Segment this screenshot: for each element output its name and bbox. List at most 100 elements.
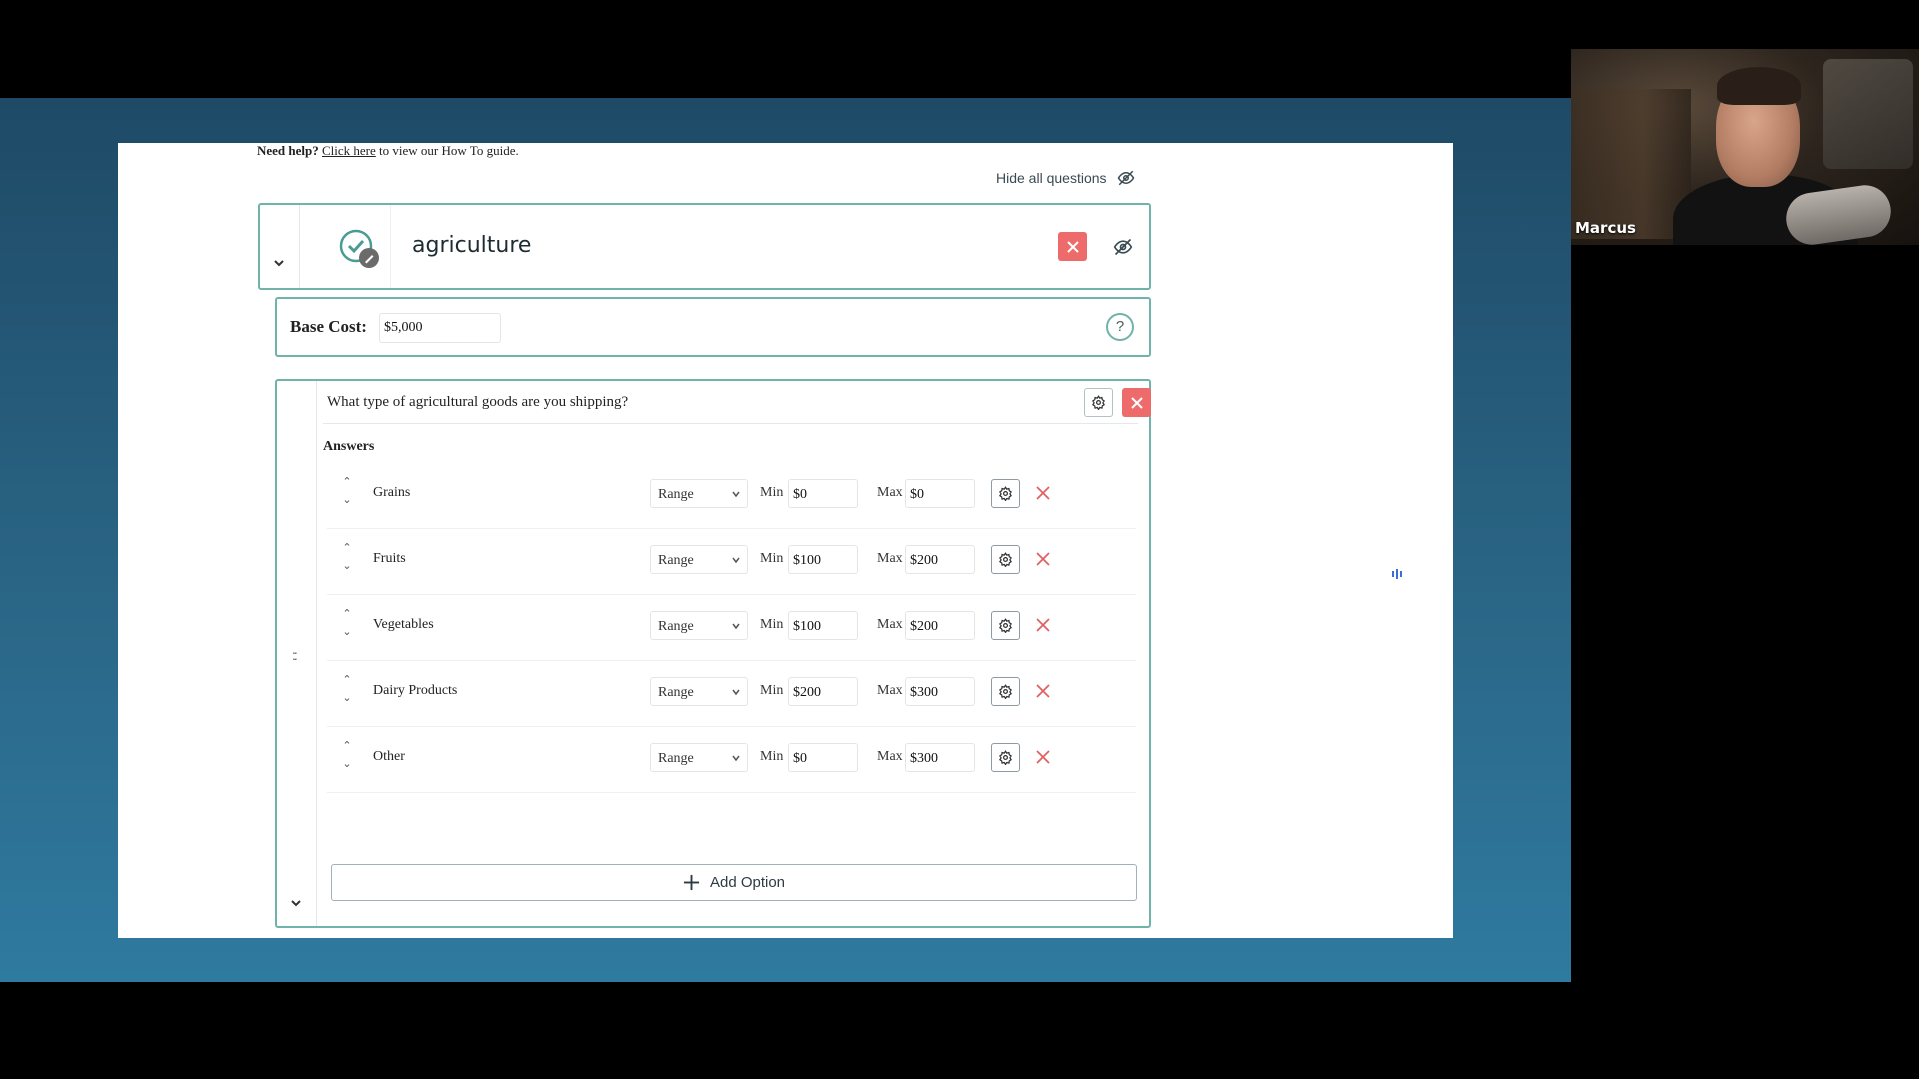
- answer-settings-button[interactable]: [991, 479, 1020, 508]
- max-input[interactable]: $200: [905, 611, 975, 640]
- min-label: Min: [760, 551, 784, 566]
- help-text: Need help? Click here to view our How To…: [257, 143, 519, 159]
- answer-type-select[interactable]: Range: [650, 479, 748, 508]
- reorder-arrows: ⌃ ⌄: [341, 541, 353, 577]
- check-circle-edit-icon[interactable]: [338, 228, 380, 270]
- min-input[interactable]: $100: [788, 611, 858, 640]
- answer-settings-button[interactable]: [991, 743, 1020, 772]
- move-up-icon[interactable]: ⌃: [341, 673, 353, 691]
- move-down-icon[interactable]: ⌄: [341, 493, 353, 511]
- move-down-icon[interactable]: ⌄: [341, 691, 353, 709]
- close-icon: [1130, 396, 1143, 409]
- min-input[interactable]: $100: [788, 545, 858, 574]
- question-card: :: What type of agricultural goods are y…: [275, 379, 1151, 928]
- eye-off-icon: [1117, 170, 1134, 186]
- answer-name[interactable]: Dairy Products: [373, 683, 457, 699]
- base-cost-input[interactable]: $5,000: [379, 313, 501, 343]
- min-label: Min: [760, 617, 784, 632]
- close-icon: [1066, 240, 1079, 253]
- answer-name[interactable]: Other: [373, 749, 405, 765]
- delete-question-button[interactable]: [1122, 388, 1151, 417]
- gear-icon: [999, 684, 1012, 699]
- participant-name: Marcus: [1575, 219, 1636, 237]
- eye-off-icon[interactable]: [1113, 237, 1133, 257]
- max-input[interactable]: $200: [905, 545, 975, 574]
- answer-row: ⌃ ⌄ Other Range Min $0 Max $300: [327, 725, 1136, 793]
- help-suffix: to view our How To guide.: [379, 143, 519, 158]
- move-down-icon[interactable]: ⌄: [341, 559, 353, 577]
- add-option-button[interactable]: Add Option: [331, 864, 1137, 901]
- answer-type-select[interactable]: Range: [650, 743, 748, 772]
- remove-answer-icon[interactable]: [1034, 484, 1052, 502]
- remove-answer-icon[interactable]: [1034, 550, 1052, 568]
- move-down-icon[interactable]: ⌄: [341, 625, 353, 643]
- move-down-icon[interactable]: ⌄: [341, 757, 353, 775]
- max-label: Max: [877, 551, 903, 566]
- screen: Need help? Click here to view our How To…: [0, 0, 1919, 1079]
- min-label: Min: [760, 683, 784, 698]
- max-input[interactable]: $300: [905, 677, 975, 706]
- help-question-icon[interactable]: ?: [1106, 313, 1134, 341]
- gear-icon: [999, 486, 1012, 501]
- divider: [390, 205, 391, 288]
- hide-all-label: Hide all questions: [996, 170, 1107, 186]
- chevron-down-icon: [732, 689, 740, 696]
- answer-type-select[interactable]: Range: [650, 545, 748, 574]
- question-side-column: ::: [277, 381, 317, 926]
- move-up-icon[interactable]: ⌃: [341, 607, 353, 625]
- answer-type-value: Range: [658, 553, 694, 568]
- min-input[interactable]: $0: [788, 743, 858, 772]
- chevron-down-icon[interactable]: [288, 895, 304, 911]
- answer-row: ⌃ ⌄ Dairy Products Range Min $200 Max $300: [327, 659, 1136, 727]
- chevron-down-icon[interactable]: [271, 255, 287, 271]
- max-input[interactable]: $300: [905, 743, 975, 772]
- question-settings-button[interactable]: [1084, 388, 1113, 417]
- question-text[interactable]: What type of agricultural goods are you …: [327, 394, 628, 411]
- how-to-guide-link[interactable]: Click here: [322, 143, 376, 158]
- gear-icon: [999, 750, 1012, 765]
- answer-type-select[interactable]: Range: [650, 677, 748, 706]
- answer-row: ⌃ ⌄ Vegetables Range Min $100 Max $200: [327, 593, 1136, 661]
- move-up-icon[interactable]: ⌃: [341, 475, 353, 493]
- max-label: Max: [877, 749, 903, 764]
- audio-level-icon: [1384, 561, 1410, 587]
- answers-label: Answers: [323, 439, 375, 454]
- base-cost-label: Base Cost:: [290, 317, 367, 336]
- answer-settings-button[interactable]: [991, 545, 1020, 574]
- move-up-icon[interactable]: ⌃: [341, 541, 353, 559]
- hide-all-questions-button[interactable]: Hide all questions: [996, 169, 1135, 187]
- move-up-icon[interactable]: ⌃: [341, 739, 353, 757]
- remove-answer-icon[interactable]: [1034, 748, 1052, 766]
- answer-name[interactable]: Vegetables: [373, 617, 434, 633]
- chevron-down-icon: [732, 491, 740, 498]
- plus-icon: [683, 874, 700, 891]
- category-card: agriculture: [258, 203, 1151, 290]
- answer-type-select[interactable]: Range: [650, 611, 748, 640]
- min-input[interactable]: $200: [788, 677, 858, 706]
- min-input[interactable]: $0: [788, 479, 858, 508]
- base-cost-card: Base Cost: $5,000 ?: [275, 297, 1151, 357]
- reorder-arrows: ⌃ ⌄: [341, 739, 353, 775]
- answer-type-value: Range: [658, 751, 694, 766]
- chevron-down-icon: [732, 623, 740, 630]
- gear-icon: [999, 618, 1012, 633]
- answer-row: ⌃ ⌄ Fruits Range Min $100 Max $200: [327, 527, 1136, 595]
- answer-settings-button[interactable]: [991, 677, 1020, 706]
- remove-answer-icon[interactable]: [1034, 682, 1052, 700]
- webcam-video: Marcus: [1571, 49, 1919, 245]
- reorder-arrows: ⌃ ⌄: [341, 475, 353, 511]
- add-option-label: Add Option: [709, 874, 786, 891]
- answer-type-value: Range: [658, 685, 694, 700]
- max-input[interactable]: $0: [905, 479, 975, 508]
- answer-name[interactable]: Grains: [373, 485, 410, 501]
- chevron-down-icon: [732, 557, 740, 564]
- min-label: Min: [760, 485, 784, 500]
- drag-handle-icon[interactable]: ::: [292, 647, 298, 663]
- delete-category-button[interactable]: [1058, 232, 1087, 261]
- reorder-arrows: ⌃ ⌄: [341, 673, 353, 709]
- answer-name[interactable]: Fruits: [373, 551, 406, 567]
- answer-settings-button[interactable]: [991, 611, 1020, 640]
- category-title[interactable]: agriculture: [412, 233, 531, 258]
- gear-icon: [999, 552, 1012, 567]
- remove-answer-icon[interactable]: [1034, 616, 1052, 634]
